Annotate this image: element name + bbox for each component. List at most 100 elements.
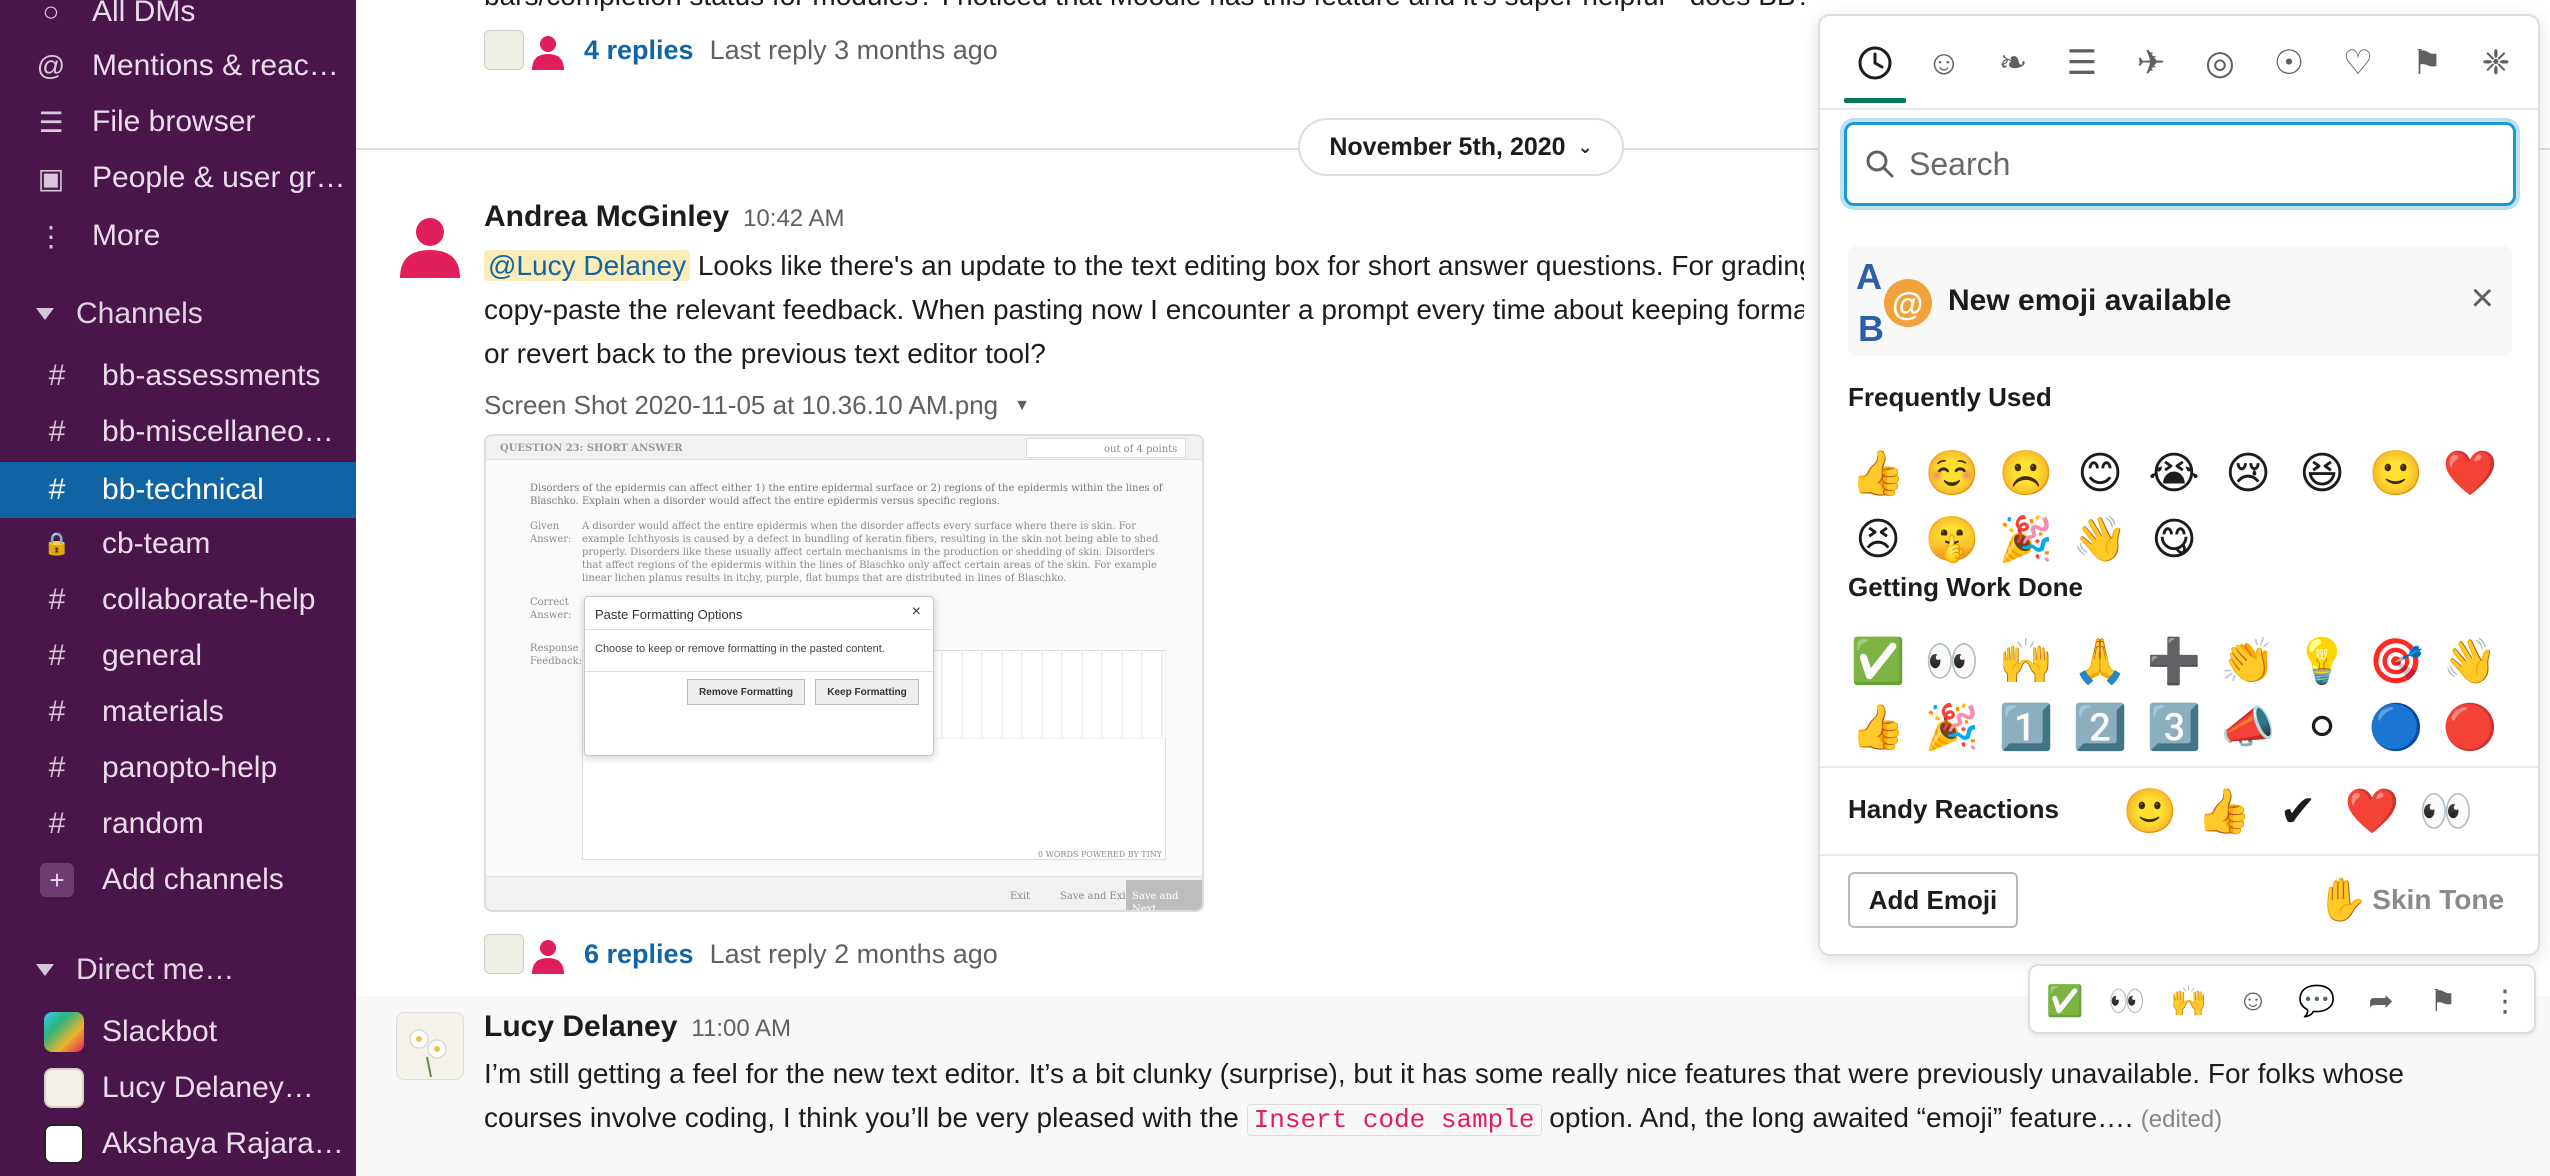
react-check-button[interactable]: ✅ (2040, 976, 2090, 1026)
emoji-button[interactable]: ❤️ (2440, 444, 2500, 504)
tab-activity-ball-icon[interactable]: ◎ (2195, 38, 2245, 88)
attachment-title[interactable]: Screen Shot 2020-11-05 at 10.36.10 AM.pn… (484, 390, 1030, 421)
replies-link[interactable]: 6 replies (584, 939, 694, 970)
add-channels-button[interactable]: + Add channels (0, 854, 356, 906)
message-author[interactable]: Lucy Delaney (484, 1010, 677, 1044)
sidebar-channel-bb-miscellaneous[interactable]: # bb-miscellaneo… (0, 406, 356, 458)
emoji-button[interactable]: 🎯 (2366, 632, 2426, 692)
emoji-button[interactable]: 😋 (2144, 510, 2204, 570)
sidebar-dm-akshaya[interactable]: Akshaya Rajara… (0, 1118, 356, 1170)
sidebar-channel-panopto-help[interactable]: # panopto-help (0, 742, 356, 794)
add-reaction-icon[interactable]: ☺ (2228, 976, 2278, 1026)
emoji-button[interactable]: 😢 (2218, 444, 2278, 504)
sidebar-channel-collaborate-help[interactable]: # collaborate-help (0, 574, 356, 626)
emoji-button[interactable]: 😊 (2070, 444, 2130, 504)
replies-link[interactable]: 4 replies (584, 35, 694, 66)
tab-objects-bulb-icon[interactable]: ☉ (2264, 38, 2314, 88)
emoji-button[interactable]: 🤫 (1922, 510, 1982, 570)
thread-summary[interactable]: 6 replies Last reply 2 months ago (484, 932, 998, 976)
add-emoji-button[interactable]: Add Emoji (1848, 872, 2018, 928)
emoji-button[interactable]: 2️⃣ (2070, 698, 2130, 758)
handy-reaction-button[interactable]: 👀 (2416, 782, 2476, 842)
sidebar-dm-lucy-delaney[interactable]: Lucy Delaney… (0, 1062, 356, 1114)
emoji-button[interactable]: 📣 (2218, 698, 2278, 758)
message-timestamp[interactable]: 10:42 AM (743, 205, 844, 233)
emoji-button[interactable]: 🙂 (2366, 444, 2426, 504)
skin-tone-button[interactable]: ✋ Skin Tone (2316, 872, 2504, 928)
emoji-button[interactable]: 🙌 (1996, 632, 2056, 692)
emoji-button[interactable]: 🔴 (2440, 698, 2500, 758)
react-eyes-button[interactable]: 👀 (2102, 976, 2152, 1026)
handy-reaction-button[interactable]: ❤️ (2342, 782, 2402, 842)
thumb-question-label: QUESTION 23: SHORT ANSWER (500, 443, 683, 454)
sidebar-channel-cb-team[interactable]: 🔒 cb-team (0, 518, 356, 570)
tab-custom-slack-icon[interactable]: ❈ (2471, 38, 2521, 88)
dm-section-header[interactable]: Direct me… (0, 944, 356, 996)
date-divider-button[interactable]: November 5th, 2020 ⌄ (1298, 118, 1624, 176)
emoji-button[interactable]: 😣 (1848, 510, 1908, 570)
caret-down-icon[interactable]: ▼ (1014, 397, 1030, 415)
emoji-button[interactable]: 🙏 (2070, 632, 2130, 692)
share-icon[interactable]: ➦ (2356, 976, 2406, 1026)
avatar[interactable] (396, 1012, 464, 1080)
message-author[interactable]: Andrea McGinley (484, 200, 729, 234)
sidebar-channel-materials[interactable]: # materials (0, 686, 356, 738)
dialog-title: Paste Formatting Options (595, 607, 743, 622)
emoji-button[interactable]: ✅ (1848, 632, 1908, 692)
emoji-button[interactable]: 👍 (1848, 444, 1908, 504)
sidebar-item-people[interactable]: ▣ People & user gr… (0, 152, 356, 204)
tab-food-burger-icon[interactable]: ☰ (2057, 38, 2107, 88)
user-mention[interactable]: @Lucy Delaney (484, 250, 691, 281)
attachment-image[interactable]: QUESTION 23: SHORT ANSWER out of 4 point… (484, 434, 1204, 912)
sidebar-channel-bb-technical[interactable]: # bb-technical (0, 462, 356, 518)
emoji-button[interactable]: 👋 (2440, 632, 2500, 692)
handy-reaction-button[interactable]: ✔ (2268, 782, 2328, 842)
reply-thread-icon[interactable]: 💬 (2292, 976, 2342, 1026)
emoji-button[interactable]: 😆 (2292, 444, 2352, 504)
avatar (528, 934, 568, 974)
sidebar-channel-bb-assessments[interactable]: # bb-assessments (0, 350, 356, 402)
emoji-button[interactable]: 🎉 (1922, 698, 1982, 758)
emoji-button[interactable]: ➕ (2144, 632, 2204, 692)
emoji-button[interactable]: 💡 (2292, 632, 2352, 692)
emoji-button[interactable]: 😭 (2144, 444, 2204, 504)
sidebar-channel-general[interactable]: # general (0, 630, 356, 682)
message-timestamp[interactable]: 11:00 AM (691, 1015, 791, 1043)
emoji-button[interactable]: 👀 (1922, 632, 1982, 692)
emoji-button[interactable]: 👋 (2070, 510, 2130, 570)
emoji-search-box[interactable] (1844, 122, 2516, 206)
tab-symbols-heart-icon[interactable]: ♡ (2333, 38, 2383, 88)
thread-summary[interactable]: 4 replies Last reply 3 months ago (484, 28, 998, 72)
emoji-button[interactable]: 🎉 (1996, 510, 2056, 570)
sidebar-item-more[interactable]: ⋮ More (0, 210, 356, 262)
chevron-down-icon: ⌄ (1577, 136, 1593, 157)
tab-recent-clock-icon[interactable] (1850, 38, 1900, 88)
tab-flags-icon[interactable]: ⚑ (2402, 38, 2452, 88)
avatar[interactable] (396, 210, 464, 278)
emoji-button[interactable]: 1️⃣ (1996, 698, 2056, 758)
emoji-button[interactable]: ⚪ (2292, 698, 2352, 758)
channels-section-header[interactable]: Channels (0, 288, 356, 340)
emoji-button[interactable]: ☹️ (1996, 444, 2056, 504)
emoji-button[interactable]: 👏 (2218, 632, 2278, 692)
sidebar-item-mentions[interactable]: @ Mentions & reac… (0, 40, 356, 92)
tab-travel-plane-icon[interactable]: ✈ (2126, 38, 2176, 88)
emoji-button[interactable]: ☺️ (1922, 444, 1982, 504)
tab-nature-leaf-icon[interactable]: ❧ (1988, 38, 2038, 88)
handy-reaction-button[interactable]: 🙂 (2120, 782, 2180, 842)
react-raised-hands-button[interactable]: 🙌 (2164, 976, 2214, 1026)
sidebar-item-all-dms[interactable]: ○ All DMs (0, 0, 356, 38)
section-handy-reactions: Handy Reactions (1848, 794, 2059, 824)
sidebar-channel-random[interactable]: # random (0, 798, 356, 850)
bookmark-icon[interactable]: ⚑ (2418, 976, 2468, 1026)
emoji-search-input[interactable] (1909, 145, 2469, 183)
more-actions-icon[interactable]: ⋮ (2480, 976, 2530, 1026)
emoji-button[interactable]: 👍 (1848, 698, 1908, 758)
tab-smileys-icon[interactable]: ☺ (1919, 38, 1969, 88)
sidebar-item-file-browser[interactable]: ☰ File browser (0, 96, 356, 148)
sidebar-dm-slackbot[interactable]: Slackbot (0, 1006, 356, 1058)
handy-reaction-button[interactable]: 👍 (2194, 782, 2254, 842)
close-icon[interactable]: × (2471, 276, 2494, 320)
emoji-button[interactable]: 🔵 (2366, 698, 2426, 758)
emoji-button[interactable]: 3️⃣ (2144, 698, 2204, 758)
